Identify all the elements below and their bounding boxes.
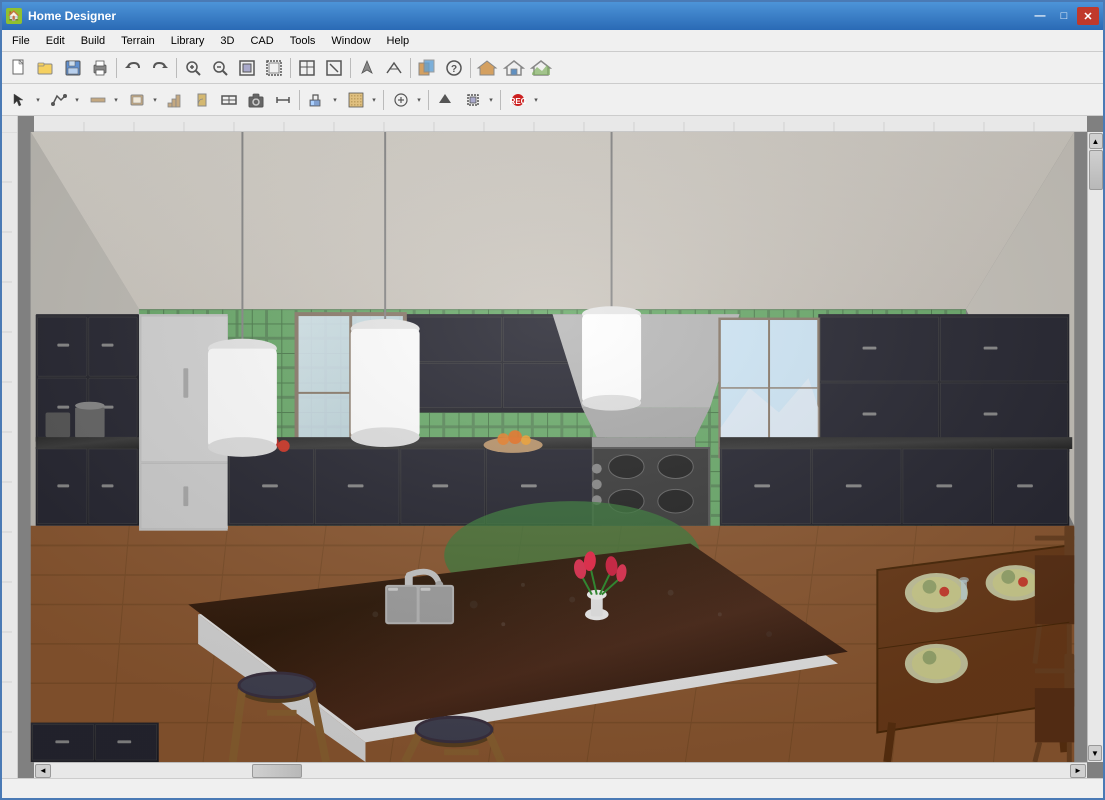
plan-view-button[interactable]: [294, 56, 320, 80]
wall-dropdown[interactable]: ▾: [111, 88, 121, 112]
scrollbar-thumb-vertical[interactable]: [1089, 150, 1103, 190]
separator-6: [470, 58, 471, 78]
status-bar: [2, 778, 1103, 798]
menu-library[interactable]: Library: [163, 33, 213, 49]
svg-text:REC: REC: [510, 97, 526, 106]
room-dropdown[interactable]: ▾: [150, 88, 160, 112]
menu-help[interactable]: Help: [379, 33, 418, 49]
record-tool-group[interactable]: REC ▾: [504, 87, 542, 113]
symbol-tool-group[interactable]: ▾: [387, 87, 425, 113]
scrollbar-vertical[interactable]: ▲ ▼: [1087, 132, 1103, 762]
transform-dropdown[interactable]: ▾: [486, 88, 496, 112]
record-button[interactable]: REC: [505, 88, 531, 112]
print-button[interactable]: [87, 56, 113, 80]
fill-dropdown[interactable]: ▾: [369, 88, 379, 112]
menu-edit[interactable]: Edit: [38, 33, 73, 49]
content-area: ▲ ▼ ◄ ►: [2, 116, 1103, 778]
paint-tool-group[interactable]: ▾: [303, 87, 341, 113]
title-bar: 🏠 Home Designer — □ ✕: [2, 2, 1103, 30]
viewport-3d[interactable]: [18, 132, 1087, 762]
toolbar-secondary: ▾ ▾ ▾ ▾: [2, 84, 1103, 116]
undo-button[interactable]: [120, 56, 146, 80]
door-tool-button[interactable]: [189, 88, 215, 112]
zoom-out-button[interactable]: [207, 56, 233, 80]
window-title: Home Designer: [28, 9, 1029, 23]
new-button[interactable]: [6, 56, 32, 80]
paint-tool-button[interactable]: [304, 88, 330, 112]
arrow-tool-button[interactable]: [354, 56, 380, 80]
separator-4: [350, 58, 351, 78]
close-button[interactable]: ✕: [1077, 7, 1099, 25]
main-window: 🏠 Home Designer — □ ✕ File Edit Build Te…: [0, 0, 1105, 800]
view-3d-button[interactable]: [381, 56, 407, 80]
wall-tool-group[interactable]: ▾: [84, 87, 122, 113]
symbol-dropdown[interactable]: ▾: [414, 88, 424, 112]
terrain-view-button[interactable]: [528, 56, 554, 80]
menu-build[interactable]: Build: [73, 33, 113, 49]
menu-tools[interactable]: Tools: [282, 33, 324, 49]
polyline-tool-button[interactable]: [46, 88, 72, 112]
menu-file[interactable]: File: [4, 33, 38, 49]
menu-bar: File Edit Build Terrain Library 3D CAD T…: [2, 30, 1103, 52]
menu-window[interactable]: Window: [323, 33, 378, 49]
section-view-button[interactable]: [321, 56, 347, 80]
menu-cad[interactable]: CAD: [242, 33, 281, 49]
open-button[interactable]: [33, 56, 59, 80]
fill-tool-button[interactable]: [343, 88, 369, 112]
save-button[interactable]: [60, 56, 86, 80]
record-dropdown[interactable]: ▾: [531, 88, 541, 112]
dimension-tool-button[interactable]: [270, 88, 296, 112]
redo-button[interactable]: [147, 56, 173, 80]
separator-t2-3: [428, 90, 429, 110]
separator-t2-1: [299, 90, 300, 110]
wall-tool-button[interactable]: [85, 88, 111, 112]
menu-3d[interactable]: 3D: [212, 33, 242, 49]
specs-button[interactable]: ?: [441, 56, 467, 80]
materials-button[interactable]: [414, 56, 440, 80]
transform-tool-group[interactable]: ▾: [459, 87, 497, 113]
app-icon: 🏠: [6, 8, 22, 24]
select-tool-dropdown[interactable]: ▾: [33, 88, 43, 112]
separator-1: [116, 58, 117, 78]
zoom-in-button[interactable]: [180, 56, 206, 80]
separator-3: [290, 58, 291, 78]
up-arrow-button[interactable]: [432, 88, 458, 112]
house-view-button[interactable]: [474, 56, 500, 80]
svg-text:?: ?: [451, 64, 457, 75]
separator-2: [176, 58, 177, 78]
window-tool-button[interactable]: [216, 88, 242, 112]
fill-tool-group[interactable]: ▾: [342, 87, 380, 113]
maximize-button[interactable]: □: [1053, 7, 1075, 25]
room-tool-group[interactable]: ▾: [123, 87, 161, 113]
canvas-area[interactable]: ▲ ▼ ◄ ►: [18, 116, 1103, 778]
menu-terrain[interactable]: Terrain: [113, 33, 163, 49]
stairs-tool-button[interactable]: [162, 88, 188, 112]
scrollbar-horizontal[interactable]: ◄ ►: [34, 762, 1087, 778]
scrollbar-thumb-horizontal[interactable]: [252, 764, 302, 778]
select-tool-button[interactable]: [7, 88, 33, 112]
paint-dropdown[interactable]: ▾: [330, 88, 340, 112]
separator-t2-2: [383, 90, 384, 110]
exterior-view-button[interactable]: [501, 56, 527, 80]
ruler-horizontal: [34, 116, 1087, 132]
polyline-dropdown[interactable]: ▾: [72, 88, 82, 112]
zoom-window-button[interactable]: [261, 56, 287, 80]
symbol-tool-button[interactable]: [388, 88, 414, 112]
window-controls: — □ ✕: [1029, 7, 1099, 25]
ruler-vertical: [2, 116, 18, 778]
polyline-tool-group[interactable]: ▾: [45, 87, 83, 113]
separator-t2-4: [500, 90, 501, 110]
separator-5: [410, 58, 411, 78]
toolbar-main: ?: [2, 52, 1103, 84]
room-tool-button[interactable]: [124, 88, 150, 112]
camera-tool-button[interactable]: [243, 88, 269, 112]
transform-tool-button[interactable]: [460, 88, 486, 112]
zoom-fit-button[interactable]: [234, 56, 260, 80]
select-tool-group[interactable]: ▾: [6, 87, 44, 113]
minimize-button[interactable]: —: [1029, 7, 1051, 25]
